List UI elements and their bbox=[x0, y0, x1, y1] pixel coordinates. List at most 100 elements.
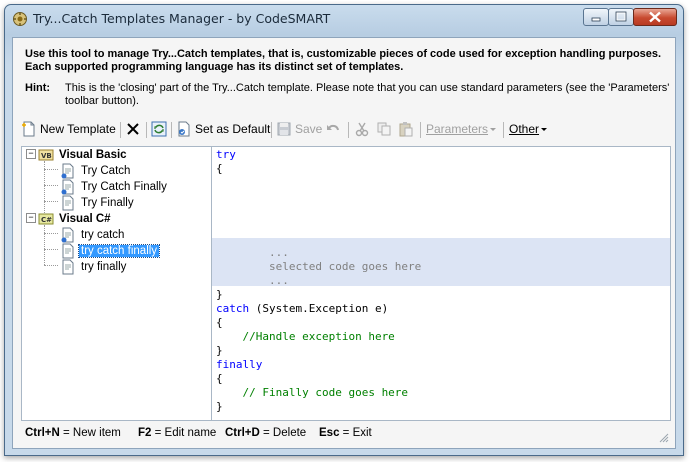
cut-button[interactable] bbox=[354, 120, 373, 138]
svg-text:C#: C# bbox=[41, 216, 52, 224]
code-line: // Finally code goes here bbox=[216, 386, 409, 399]
tree-connector bbox=[44, 201, 58, 202]
code-line: { bbox=[216, 372, 223, 385]
toolbar: New Template Set as Default Save Paramet… bbox=[21, 118, 669, 142]
code-line: selected code goes here bbox=[216, 260, 422, 273]
code-line: finally bbox=[216, 358, 263, 371]
svg-text:VB: VB bbox=[41, 152, 52, 160]
tree-group-label: Visual C# bbox=[59, 213, 111, 225]
template-file-icon bbox=[62, 243, 74, 259]
chevron-down-icon bbox=[490, 128, 497, 131]
copy-icon bbox=[377, 122, 391, 136]
new-template-button[interactable]: New Template bbox=[21, 120, 116, 138]
close-button[interactable] bbox=[633, 8, 677, 26]
delete-button[interactable] bbox=[125, 120, 144, 138]
collapse-toggle[interactable]: − bbox=[26, 213, 36, 223]
tree-item[interactable]: Try Catch Finally bbox=[60, 179, 169, 195]
tree-item[interactable]: try finally bbox=[60, 259, 128, 275]
tree-item-selected[interactable]: try catch finally bbox=[60, 243, 161, 259]
code-line: //Handle exception here bbox=[216, 330, 395, 343]
refresh-icon bbox=[151, 121, 167, 137]
catch-keyword: catch bbox=[216, 302, 250, 315]
toolbar-separator bbox=[503, 122, 504, 138]
vb-language-icon: VB bbox=[38, 149, 54, 161]
main-window: Try...Catch Templates Manager - by CodeS… bbox=[4, 4, 684, 456]
toolbar-separator bbox=[171, 122, 172, 138]
status-bar: Ctrl+N = New item F2 = Edit name Ctrl+D … bbox=[21, 425, 669, 443]
code-editor[interactable]: try{ ... selected code goes here ...} cat… bbox=[212, 147, 670, 420]
template-file-icon bbox=[62, 259, 74, 275]
scissors-icon bbox=[355, 122, 369, 137]
code-line: } bbox=[216, 344, 223, 357]
tree-item-label: try finally bbox=[81, 261, 127, 273]
minimize-button[interactable] bbox=[583, 8, 609, 26]
code-line: ... bbox=[216, 274, 289, 287]
set-as-default-label: Set as Default bbox=[195, 122, 271, 136]
paste-button[interactable] bbox=[398, 120, 417, 138]
copy-button[interactable] bbox=[376, 120, 395, 138]
code-text: try{ ... selected code goes here ...} cat… bbox=[216, 148, 421, 414]
dialog-client-area: Use this tool to manage Try...Catch temp… bbox=[12, 37, 676, 449]
status-shortcut-delete: Ctrl+D = Delete bbox=[225, 427, 307, 439]
tree-group-visual-csharp[interactable]: C# Visual C# bbox=[38, 211, 113, 227]
undo-icon bbox=[327, 124, 339, 131]
code-line: { bbox=[216, 162, 223, 175]
code-line: try bbox=[216, 148, 236, 161]
tree-item-label: try catch bbox=[81, 229, 125, 241]
code-line-catch: catch (System.Exception e) bbox=[216, 302, 389, 315]
template-file-icon bbox=[61, 163, 74, 179]
template-file-icon bbox=[62, 195, 74, 211]
minimize-icon bbox=[591, 17, 601, 22]
hint-text: This is the 'closing' part of the Try...… bbox=[65, 82, 670, 107]
set-as-default-button[interactable]: Set as Default bbox=[176, 120, 270, 138]
code-line: } bbox=[216, 400, 223, 413]
tree-connector bbox=[44, 249, 58, 250]
tree-connector bbox=[44, 233, 58, 234]
hint-label: Hint: bbox=[25, 82, 51, 94]
toolbar-separator bbox=[420, 122, 421, 138]
tree-connector bbox=[44, 169, 58, 170]
resize-grip-icon[interactable] bbox=[657, 431, 669, 443]
status-shortcut-exit: Esc = Exit bbox=[319, 427, 372, 439]
save-label: Save bbox=[295, 122, 323, 136]
tree-item-label: Try Catch bbox=[81, 165, 131, 177]
save-disk-icon bbox=[277, 122, 291, 136]
title-bar[interactable]: Try...Catch Templates Manager - by CodeS… bbox=[5, 5, 683, 33]
delete-x-icon bbox=[127, 123, 139, 135]
template-tree[interactable]: − VB Visual Basic Try Catch Try Catch Fi… bbox=[22, 147, 212, 420]
tree-connector bbox=[44, 185, 58, 186]
toolbar-separator bbox=[271, 122, 272, 138]
tree-item[interactable]: Try Catch bbox=[60, 163, 132, 179]
tree-item-label: try catch finally bbox=[77, 244, 161, 258]
status-shortcut-new: Ctrl+N = New item bbox=[25, 427, 121, 439]
undo-button[interactable] bbox=[325, 120, 344, 138]
intro-text: Use this tool to manage Try...Catch temp… bbox=[25, 48, 662, 73]
tree-item[interactable]: Try Finally bbox=[60, 195, 136, 211]
tree-connector bbox=[44, 225, 45, 265]
template-file-icon bbox=[61, 227, 74, 243]
parameters-label: Parameters bbox=[426, 122, 489, 136]
new-template-label: New Template bbox=[40, 122, 116, 136]
refresh-button[interactable] bbox=[151, 120, 170, 138]
toolbar-separator bbox=[348, 122, 349, 138]
csharp-language-icon: C# bbox=[38, 213, 54, 225]
tree-item[interactable]: try catch bbox=[60, 227, 126, 243]
tree-item-label: Try Catch Finally bbox=[81, 181, 167, 193]
parameters-dropdown[interactable]: Parameters bbox=[426, 120, 498, 138]
code-line: ... bbox=[216, 246, 289, 259]
save-button[interactable]: Save bbox=[276, 120, 322, 138]
other-dropdown[interactable]: Other bbox=[509, 120, 549, 138]
tree-connector bbox=[44, 265, 58, 266]
hint-block: Hint: This is the 'closing' part of the … bbox=[25, 82, 670, 107]
maximize-icon bbox=[615, 11, 627, 22]
collapse-toggle[interactable]: − bbox=[26, 149, 36, 159]
paste-clipboard-icon bbox=[399, 122, 413, 137]
tree-group-visual-basic[interactable]: VB Visual Basic bbox=[38, 147, 129, 163]
toolbar-separator bbox=[120, 122, 121, 138]
maximize-button[interactable] bbox=[608, 8, 634, 26]
app-icon bbox=[13, 12, 27, 26]
chevron-down-icon bbox=[541, 128, 548, 131]
